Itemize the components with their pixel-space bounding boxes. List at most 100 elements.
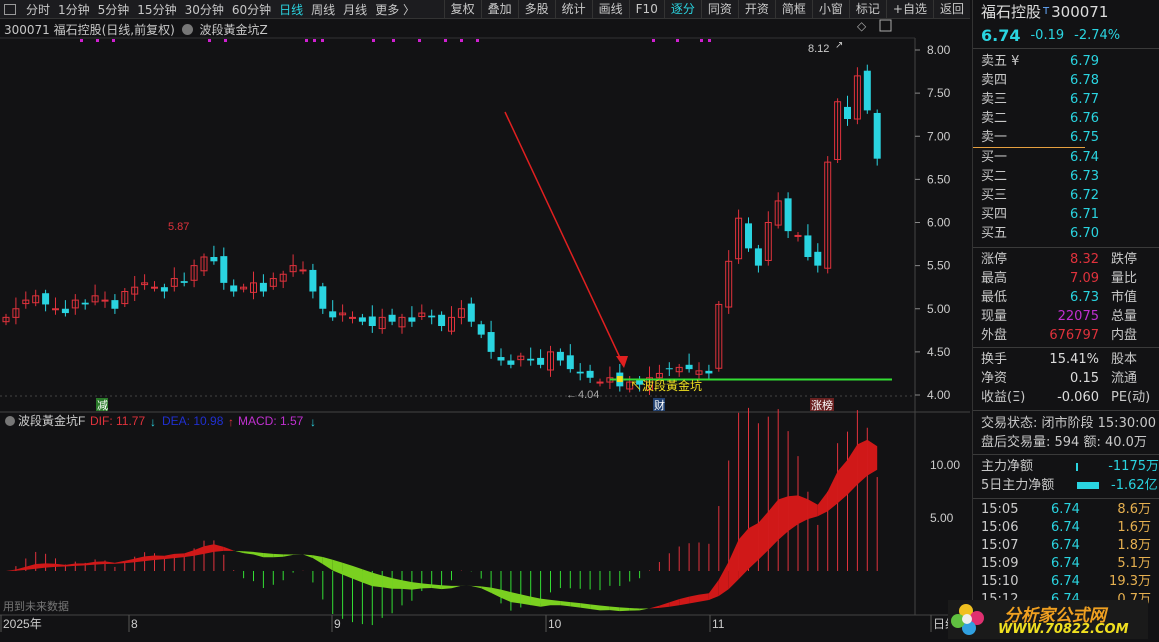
dif-dea-band	[254, 552, 264, 557]
toolbar-button[interactable]: 简框	[775, 0, 812, 19]
dif-dea-band	[818, 491, 828, 516]
period-tab[interactable]: 更多 〉	[371, 1, 419, 18]
signal-marker	[112, 39, 115, 42]
period-tab[interactable]: 周线	[307, 1, 339, 18]
trade-status: 交易状态: 闭市阶段 15:30:00	[973, 414, 1159, 433]
row-label: 卖二	[981, 109, 1043, 128]
annotation-arrow	[505, 112, 622, 362]
candle	[300, 270, 306, 271]
sidebar-toggle-icon[interactable]	[4, 4, 16, 15]
candle	[102, 300, 108, 301]
dif-dea-band	[719, 561, 729, 596]
period-tab[interactable]: 分时	[22, 1, 54, 18]
price-tick-label: 4.00	[927, 388, 951, 402]
dif-dea-band	[224, 547, 234, 551]
candle	[478, 324, 485, 334]
tick-volume: 8.6万	[1101, 501, 1151, 519]
dif-dea-band	[541, 599, 551, 607]
row-value: 7.09	[1043, 269, 1099, 288]
main-net5-bar	[1077, 482, 1099, 489]
dif-dea-band	[788, 495, 798, 531]
date-label: 9	[334, 617, 341, 631]
indicator-dea: DEA: 10.98	[162, 414, 224, 428]
signal-marker	[305, 39, 308, 42]
tag-tag_cai: 财	[654, 398, 665, 412]
toolbar-button[interactable]: 统计	[555, 0, 592, 19]
candle	[587, 371, 594, 378]
candle	[864, 71, 871, 111]
candle	[260, 283, 267, 292]
period-tab[interactable]: 5分钟	[94, 1, 134, 18]
period-tab[interactable]: 15分钟	[133, 1, 180, 18]
toolbar-button[interactable]: 复权	[444, 0, 481, 19]
dif-dea-band	[590, 604, 600, 610]
tick-volume: 1.8万	[1101, 537, 1151, 555]
row-value: 0.15	[1043, 369, 1099, 388]
period-tab[interactable]: 月线	[339, 1, 371, 18]
toolbar-button[interactable]: +自选	[886, 0, 933, 19]
candle	[42, 293, 49, 304]
indicator-name: 波段黃金坑F	[18, 413, 85, 428]
main-net-value: -1175万	[1108, 457, 1159, 476]
toolbar-button[interactable]: 画线	[592, 0, 629, 19]
row-value: 676797	[1043, 326, 1099, 345]
row-value: 6.74	[1043, 148, 1099, 167]
toolbar-button[interactable]: 开资	[738, 0, 775, 19]
signal-marker	[652, 39, 655, 42]
candle	[567, 355, 574, 369]
row-label: 卖五 ¥	[981, 52, 1043, 71]
diamond-icon: ◇	[857, 19, 867, 33]
toolbar-button[interactable]: 小窗	[812, 0, 849, 19]
dif-dea-band	[234, 551, 244, 553]
dif-dea-band	[749, 523, 759, 569]
dif-dea-band	[16, 567, 26, 571]
toolbar-button[interactable]: 多股	[518, 0, 555, 19]
toolbar-button[interactable]: 叠加	[481, 0, 518, 19]
indicator-dropdown-icon[interactable]	[182, 24, 193, 35]
toolbar-button[interactable]: 同资	[701, 0, 738, 19]
toolbar: 分时1分钟5分钟15分钟30分钟60分钟日线周线月线更多 〉 复权叠加多股统计画…	[0, 0, 970, 19]
main-net5-label: 5日主力净额	[981, 476, 1077, 495]
period-tab[interactable]: 日线	[275, 1, 307, 18]
tick-volume: 5.1万	[1101, 555, 1151, 573]
candle	[785, 198, 792, 231]
row-value: 6.73	[1043, 288, 1099, 307]
toolbar-button[interactable]: F10	[629, 0, 664, 19]
period-tab[interactable]: 1分钟	[54, 1, 94, 18]
candle	[597, 382, 603, 383]
kline-chart[interactable]: 8.007.507.006.506.005.505.004.504.00↖波段黃…	[0, 0, 970, 639]
dif-dea-band	[283, 554, 293, 556]
panel-toggle-icon	[880, 20, 891, 31]
signal-marker	[476, 39, 479, 42]
dif-dea-band	[768, 500, 778, 551]
row-label-2: 量比	[1111, 269, 1137, 288]
toolbar-button[interactable]: 标记	[849, 0, 886, 19]
period-tab[interactable]: 60分钟	[228, 1, 275, 18]
quote-row: 外盘676797内盘	[973, 326, 1159, 345]
dif-dea-band	[135, 556, 145, 562]
toolbar-button[interactable]: 逐分	[664, 0, 701, 19]
stock-name: 福石控股	[981, 0, 1041, 24]
candle	[161, 287, 168, 291]
toolbar-button[interactable]: 返回	[933, 0, 970, 19]
candle	[369, 317, 376, 326]
candle	[111, 300, 118, 309]
candle	[507, 361, 514, 365]
dif-dea-band	[184, 550, 194, 557]
candle	[488, 332, 495, 352]
tick-time: 15:05	[981, 501, 1051, 519]
row-value: 6.73	[1043, 167, 1099, 186]
price-tick-label: 6.50	[927, 172, 951, 186]
quote-row: 卖一6.75	[973, 128, 1159, 147]
dif-dea-band	[204, 544, 214, 554]
signal-marker	[321, 39, 324, 42]
candle	[498, 357, 505, 360]
dif-dea-band	[551, 600, 561, 605]
candle	[181, 281, 188, 283]
period-tab[interactable]: 30分钟	[181, 1, 228, 18]
candle	[389, 315, 396, 322]
main-indicator-name[interactable]: 波段黃金坑Z	[199, 23, 267, 37]
signal-box	[617, 376, 623, 382]
indicator-dif: DIF: 11.77	[90, 414, 145, 428]
candle	[468, 304, 475, 322]
